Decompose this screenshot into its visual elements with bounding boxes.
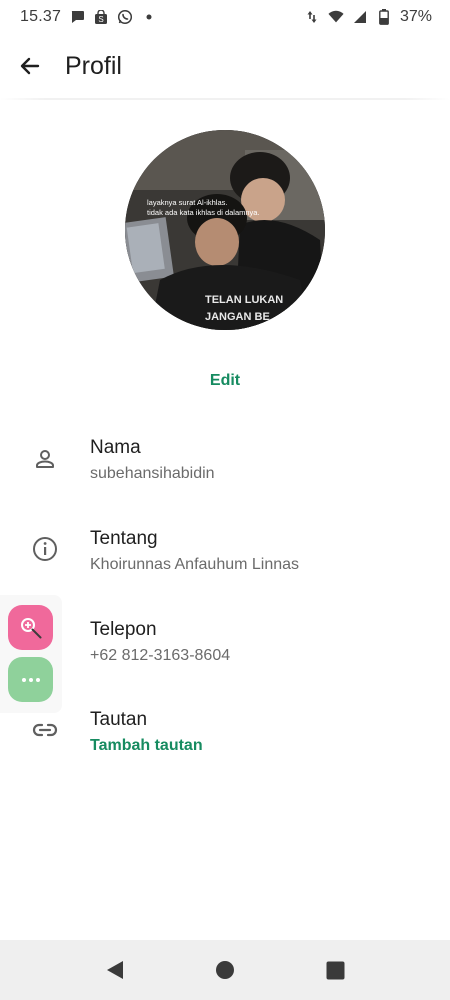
- row-phone-value: +62 812-3163-8604: [90, 647, 231, 664]
- photo-caption-line2: tidak ada kata ikhlas di dalamnya.: [147, 208, 260, 217]
- shirt-text-1: TELAN LUKAN: [205, 294, 283, 306]
- divider: [0, 98, 450, 100]
- back-triangle-icon: [107, 961, 123, 979]
- nav-home-button[interactable]: [170, 940, 280, 1000]
- status-bar: 15.37 S 37%: [0, 0, 450, 34]
- dot-icon: [141, 9, 157, 25]
- system-nav-bar: [0, 940, 450, 1000]
- row-name-value: subehansihabidin: [90, 465, 215, 482]
- row-about-value: Khoirunnas Anfauhum Linnas: [90, 556, 300, 573]
- row-about-label: Tentang: [90, 528, 158, 549]
- battery-percent: 37%: [399, 8, 432, 25]
- info-icon: [33, 537, 57, 561]
- shop-bag-icon: S: [93, 9, 109, 25]
- profile-photo[interactable]: TELAN LUKAN JANGAN BE layaknya surat Al-…: [125, 130, 325, 330]
- profile-photo-image: TELAN LUKAN JANGAN BE: [125, 130, 325, 330]
- person-icon: [36, 450, 54, 468]
- add-link-button[interactable]: Tambah tautan: [90, 736, 203, 756]
- back-button[interactable]: [0, 34, 60, 98]
- row-about[interactable]: Tentang Khoirunnas Anfauhum Linnas: [0, 528, 450, 608]
- edit-photo-button[interactable]: Edit: [210, 372, 240, 389]
- nav-back-button[interactable]: [60, 940, 170, 1000]
- arrow-left-icon: [20, 57, 40, 75]
- row-name-label: Nama: [90, 437, 141, 458]
- page-title: Profil: [65, 51, 122, 80]
- row-links[interactable]: Tautan Tambah tautan: [0, 709, 450, 789]
- zoom-bubble-button[interactable]: [8, 605, 53, 650]
- link-icon: [32, 723, 58, 737]
- app-bar: Profil: [0, 34, 450, 98]
- more-dots-icon: [21, 677, 40, 682]
- status-left: 15.37 S: [20, 8, 157, 26]
- nav-recents-button[interactable]: [280, 940, 390, 1000]
- photo-caption-line1: layaknya surat Al-ikhlas.: [147, 198, 228, 207]
- shirt-text-2: JANGAN BE: [205, 311, 270, 323]
- row-phone-label: Telepon: [90, 619, 157, 640]
- zoom-in-icon: [20, 617, 41, 638]
- signal-icon: [352, 9, 368, 25]
- recents-square-icon: [326, 961, 344, 979]
- photo-caption: layaknya surat Al-ikhlas. tidak ada kata…: [147, 198, 307, 218]
- row-links-label: Tautan: [90, 709, 148, 730]
- row-name[interactable]: Nama subehansihabidin: [0, 437, 450, 517]
- home-circle-icon: [216, 961, 234, 979]
- wifi-icon: [328, 9, 344, 25]
- status-time: 15.37: [20, 8, 62, 25]
- whatsapp-icon: [117, 9, 133, 25]
- status-right: 37%: [304, 8, 432, 26]
- floating-bubbles: [0, 595, 62, 713]
- edit-photo-container: Edit: [0, 372, 450, 390]
- row-phone[interactable]: Telepon +62 812-3163-8604: [0, 619, 450, 699]
- svg-text:S: S: [98, 15, 103, 24]
- more-bubble-button[interactable]: [8, 657, 53, 702]
- data-arrows-icon: [304, 9, 320, 25]
- chat-bubble-icon: [69, 9, 85, 25]
- battery-icon: [376, 9, 392, 25]
